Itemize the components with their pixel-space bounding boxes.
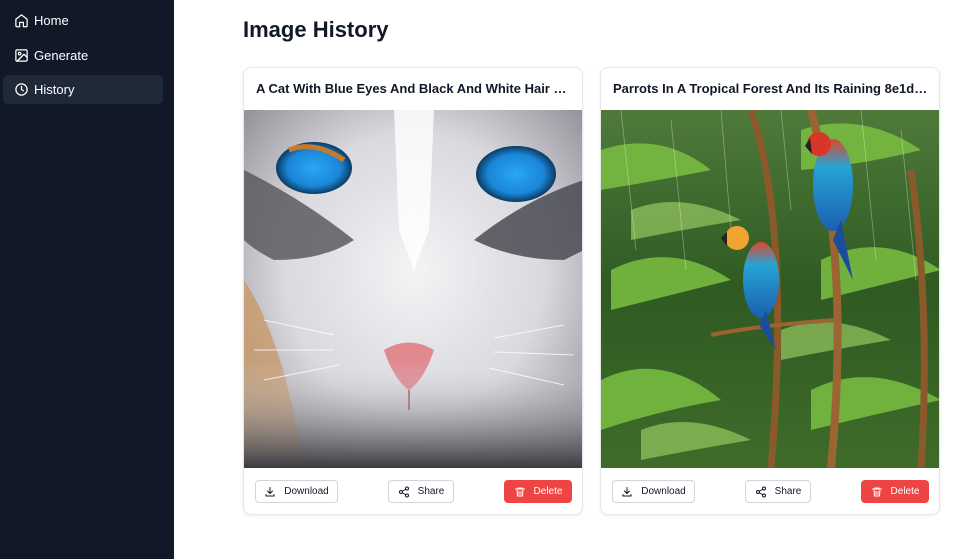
delete-label: Delete: [533, 486, 563, 497]
download-button[interactable]: Download: [612, 480, 695, 503]
cat-with-blue-eyes-image: [244, 110, 582, 468]
sidebar-item-history[interactable]: History: [3, 75, 163, 104]
share-icon: [398, 486, 410, 498]
download-label: Download: [641, 486, 686, 497]
trash-icon: [514, 486, 526, 498]
sidebar-item-home[interactable]: Home: [3, 6, 163, 35]
download-icon: [621, 486, 633, 498]
image-icon: [14, 48, 29, 63]
parrots-in-tropical-forest-image: [601, 110, 939, 468]
page-title: Image History: [243, 17, 389, 42]
sidebar-item-label: Generate: [34, 48, 89, 63]
share-label: Share: [774, 486, 802, 497]
share-icon: [755, 486, 767, 498]
sidebar-item-label: Home: [34, 13, 69, 28]
sidebar-item-label: History: [34, 82, 75, 97]
card-title: A Cat With Blue Eyes And Black And White…: [256, 81, 572, 96]
delete-label: Delete: [890, 486, 920, 497]
sidebar-item-generate[interactable]: Generate: [3, 41, 163, 70]
share-label: Share: [417, 486, 445, 497]
card-title: Parrots In A Tropical Forest And Its Rai…: [613, 81, 929, 96]
share-button[interactable]: Share: [745, 480, 811, 503]
delete-button[interactable]: Delete: [504, 480, 572, 503]
trash-icon: [871, 486, 883, 498]
sidebar: Home Generate History: [0, 0, 174, 559]
share-button[interactable]: Share: [388, 480, 454, 503]
download-icon: [264, 486, 276, 498]
download-label: Download: [284, 486, 329, 497]
delete-button[interactable]: Delete: [861, 480, 929, 503]
home-icon: [14, 13, 29, 28]
image-card: A Cat With Blue Eyes And Black And White…: [243, 67, 583, 515]
clock-icon: [14, 82, 29, 97]
download-button[interactable]: Download: [255, 480, 338, 503]
image-card: Parrots In A Tropical Forest And Its Rai…: [600, 67, 940, 515]
